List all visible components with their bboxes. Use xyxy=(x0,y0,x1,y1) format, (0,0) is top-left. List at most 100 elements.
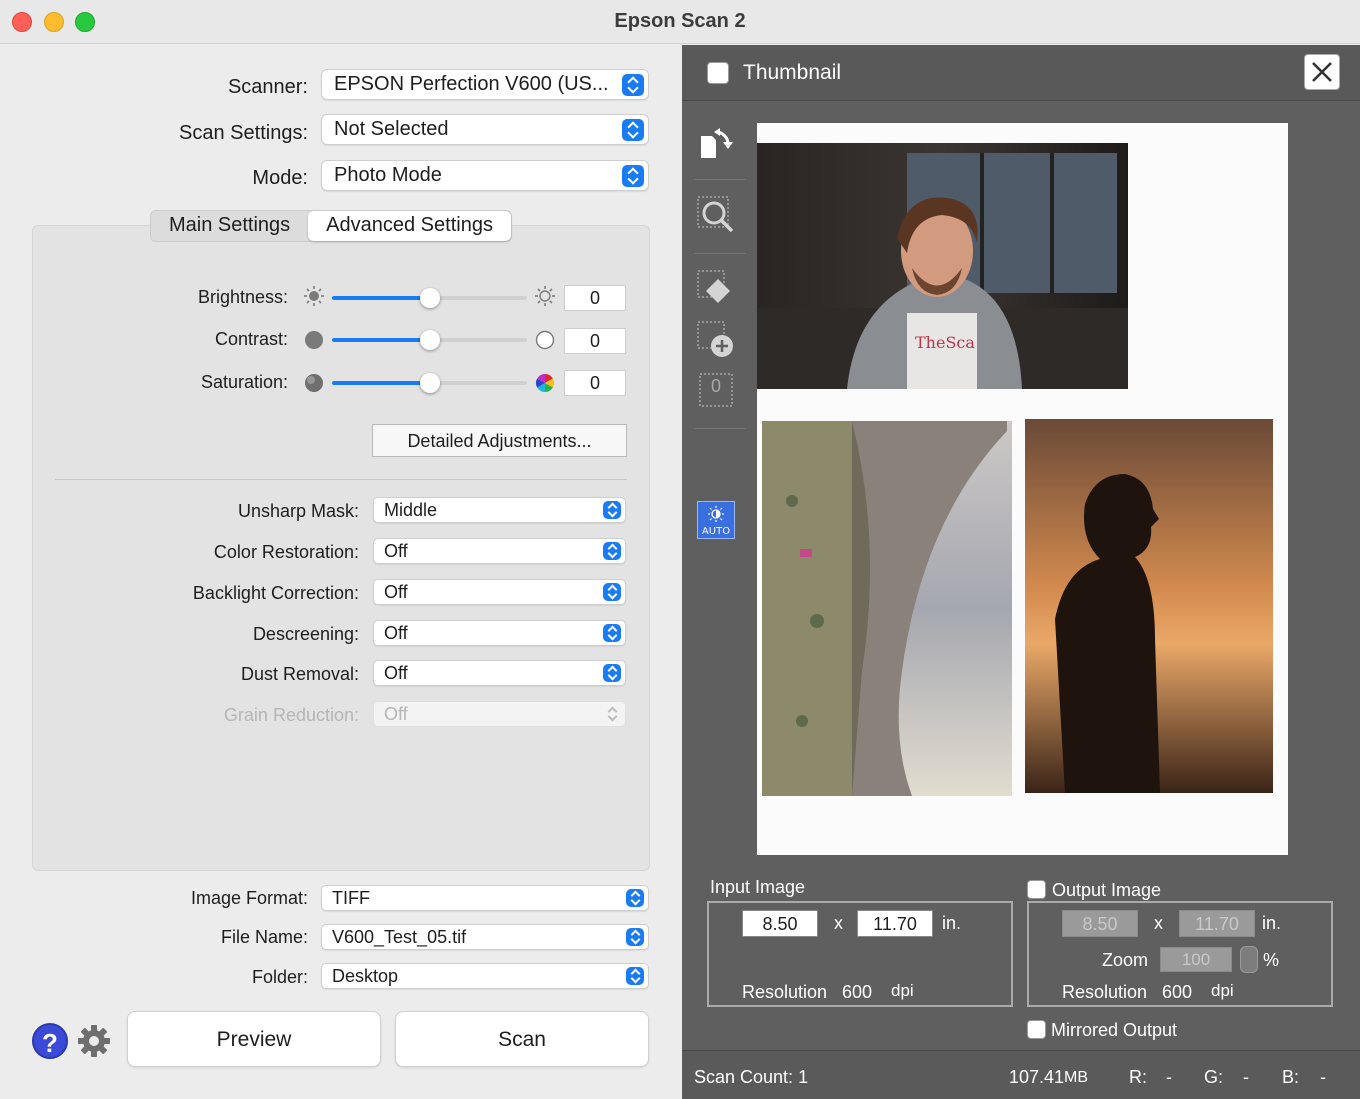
dust-removal-label: Dust Removal: xyxy=(240,664,359,684)
saturation-high-icon xyxy=(535,374,555,392)
scan-settings-stepper-icon xyxy=(622,119,644,141)
folder-select[interactable]: Desktop xyxy=(321,963,649,989)
mode-label: Mode: xyxy=(252,167,308,189)
saturation-slider-fill xyxy=(332,381,430,385)
erase-marquee-icon[interactable] xyxy=(696,269,736,309)
color-restoration-value: Off xyxy=(384,541,408,561)
auto-exposure-icon xyxy=(708,506,724,522)
detailed-adjustments-button[interactable]: Detailed Adjustments... xyxy=(372,424,627,457)
brightness-slider-knob[interactable] xyxy=(419,288,440,308)
preview-panel: Thumbnail 0 AUTO TheSca Input Image 8.50… xyxy=(682,45,1360,1099)
b-value: - xyxy=(1320,1067,1326,1087)
backlight-correction-select[interactable]: Off xyxy=(373,579,626,605)
brightness-value[interactable]: 0 xyxy=(564,285,626,311)
output-height-field: 11.70 xyxy=(1179,910,1255,937)
zoom-icon[interactable] xyxy=(696,195,736,235)
dust-removal-value: Off xyxy=(384,663,408,683)
thumbnail-checkbox[interactable] xyxy=(707,62,729,84)
contrast-slider[interactable] xyxy=(332,330,527,350)
tab-advanced-settings[interactable]: Advanced Settings xyxy=(308,211,511,241)
contrast-slider-knob[interactable] xyxy=(419,330,440,350)
grain-reduction-label: Grain Reduction: xyxy=(223,705,359,725)
help-button[interactable]: ? xyxy=(32,1023,68,1059)
scan-count: Scan Count: 1 xyxy=(694,1067,809,1087)
file-name-label: File Name: xyxy=(220,927,308,947)
brightness-slider[interactable] xyxy=(332,288,527,308)
auto-exposure-button[interactable]: AUTO xyxy=(697,501,735,539)
gear-icon[interactable] xyxy=(76,1023,112,1059)
scan-settings-select[interactable]: Not Selected xyxy=(321,114,649,145)
settings-tabs: Main Settings Advanced Settings xyxy=(150,210,512,242)
section-divider xyxy=(55,479,627,480)
toolbar-divider xyxy=(694,179,746,180)
scan-preview-area[interactable]: TheSca xyxy=(757,123,1288,855)
descreening-stepper-icon xyxy=(603,624,621,642)
brightness-label: Brightness: xyxy=(197,287,288,307)
unsharp-mask-label: Unsharp Mask: xyxy=(237,501,359,521)
status-bar: Scan Count: 1 107.41 MB R: - G: - B: - xyxy=(682,1050,1360,1099)
window-title: Epson Scan 2 xyxy=(614,10,746,32)
contrast-low-icon xyxy=(305,331,323,349)
preview-toolbar: 0 AUTO xyxy=(682,102,750,882)
scanner-label: Scanner: xyxy=(227,76,308,98)
toolbar-divider xyxy=(694,428,746,429)
preview-photo-portrait: TheSca xyxy=(757,143,1128,389)
output-dimension-separator: x xyxy=(1154,913,1163,933)
saturation-slider-knob[interactable] xyxy=(419,373,440,393)
brightness-high-icon xyxy=(535,286,555,306)
close-preview-button[interactable] xyxy=(1304,54,1340,90)
backlight-correction-label: Backlight Correction: xyxy=(192,583,359,603)
add-marquee-icon[interactable] xyxy=(696,320,736,360)
backlight-correction-stepper-icon xyxy=(603,583,621,601)
input-height-field[interactable]: 11.70 xyxy=(857,910,933,937)
contrast-slider-fill xyxy=(332,338,430,342)
mode-stepper-icon xyxy=(622,165,644,187)
mode-value: Photo Mode xyxy=(334,164,442,186)
image-format-select[interactable]: TIFF xyxy=(321,885,649,911)
unsharp-mask-value: Middle xyxy=(384,500,438,520)
scanner-stepper-icon xyxy=(622,74,644,96)
zoom-stepper-icon xyxy=(1240,946,1258,973)
saturation-value[interactable]: 0 xyxy=(564,370,626,396)
output-resolution-label: Resolution xyxy=(1062,982,1148,1002)
saturation-low-icon xyxy=(305,374,323,392)
preview-button[interactable]: Preview xyxy=(127,1011,381,1067)
title-bar: Epson Scan 2 xyxy=(0,0,1360,44)
saturation-slider[interactable] xyxy=(332,373,527,393)
rotate-icon[interactable] xyxy=(696,122,736,162)
image-format-stepper-icon xyxy=(626,889,644,907)
file-name-select[interactable]: V600_Test_05.tif xyxy=(321,924,649,950)
input-dimension-separator: x xyxy=(834,913,843,933)
output-resolution-unit: dpi xyxy=(1211,981,1234,1000)
descreening-select[interactable]: Off xyxy=(373,620,626,646)
contrast-value[interactable]: 0 xyxy=(564,328,626,354)
svg-text:TheSca: TheSca xyxy=(915,333,975,352)
output-image-title: Output Image xyxy=(1052,880,1162,900)
thumbnail-bar: Thumbnail xyxy=(682,45,1360,101)
dust-removal-select[interactable]: Off xyxy=(373,660,626,686)
output-width-field: 8.50 xyxy=(1062,910,1138,937)
thumbnail-label: Thumbnail xyxy=(743,61,842,84)
color-restoration-label: Color Restoration: xyxy=(213,542,359,562)
grain-reduction-stepper-icon xyxy=(603,705,621,723)
marquee-count: 0 xyxy=(710,376,721,396)
grain-reduction-value: Off xyxy=(384,704,408,724)
unsharp-mask-select[interactable]: Middle xyxy=(373,497,626,523)
scan-button[interactable]: Scan xyxy=(395,1011,649,1067)
file-name-stepper-icon xyxy=(626,928,644,946)
mirrored-output-checkbox[interactable] xyxy=(1027,1020,1046,1039)
grain-reduction-select: Off xyxy=(373,701,626,727)
color-restoration-select[interactable]: Off xyxy=(373,538,626,564)
image-format-value: TIFF xyxy=(332,888,370,908)
folder-value: Desktop xyxy=(332,966,399,986)
output-image-checkbox[interactable] xyxy=(1027,880,1046,899)
input-width-field[interactable]: 8.50 xyxy=(742,910,818,937)
r-label: R: xyxy=(1129,1067,1147,1087)
folder-stepper-icon xyxy=(626,967,644,985)
tab-main-settings[interactable]: Main Settings xyxy=(151,211,308,241)
scan-settings-value: Not Selected xyxy=(334,118,449,140)
mode-select[interactable]: Photo Mode xyxy=(321,160,649,191)
contrast-label: Contrast: xyxy=(214,329,288,349)
brightness-low-icon xyxy=(304,286,324,306)
scanner-select[interactable]: EPSON Perfection V600 (US... xyxy=(321,69,649,100)
